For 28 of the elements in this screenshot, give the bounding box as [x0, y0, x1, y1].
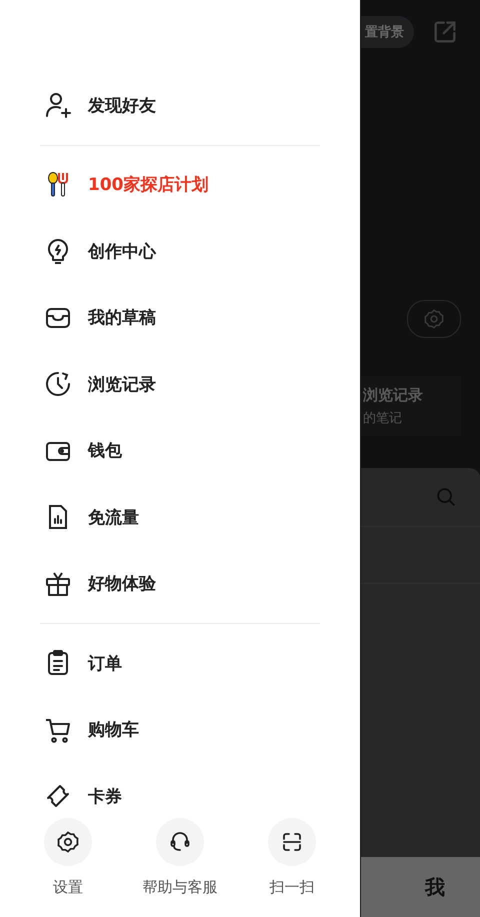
headset-icon	[168, 830, 192, 854]
card-subtitle: 的笔记	[363, 410, 403, 426]
person-add-icon	[44, 91, 72, 120]
settings-icon	[423, 308, 445, 330]
menu-item[interactable]: 我的草稿	[0, 284, 360, 351]
search-icon	[435, 486, 457, 508]
menu-item[interactable]: 免流量	[0, 484, 360, 550]
menu-item[interactable]: 钱包	[0, 418, 360, 484]
menu-item[interactable]: 发现好友	[0, 72, 360, 138]
menu-item[interactable]: 100家探店计划	[0, 152, 360, 218]
menu-item[interactable]: 浏览记录	[0, 351, 360, 418]
tab-label: 我	[425, 874, 445, 900]
round-button[interactable]	[268, 818, 316, 866]
clock-icon	[44, 370, 72, 398]
action-label: 设置	[53, 878, 83, 897]
action-label: 帮助与客服	[142, 878, 218, 897]
round-button[interactable]	[44, 818, 92, 866]
menu-item[interactable]: 卡券	[0, 763, 360, 830]
menu-item[interactable]: 好物体验	[0, 550, 360, 617]
settings-icon	[56, 830, 80, 854]
menu-item[interactable]: 创作中心	[0, 218, 360, 284]
action-label: 扫一扫	[270, 878, 314, 897]
menu-item[interactable]: 购物车	[0, 696, 360, 763]
scan-icon	[280, 830, 304, 854]
card-title: 浏览记录	[363, 386, 424, 404]
menu-item[interactable]: 订单	[0, 630, 360, 696]
round-button[interactable]	[156, 818, 204, 866]
gift-icon	[44, 570, 72, 598]
